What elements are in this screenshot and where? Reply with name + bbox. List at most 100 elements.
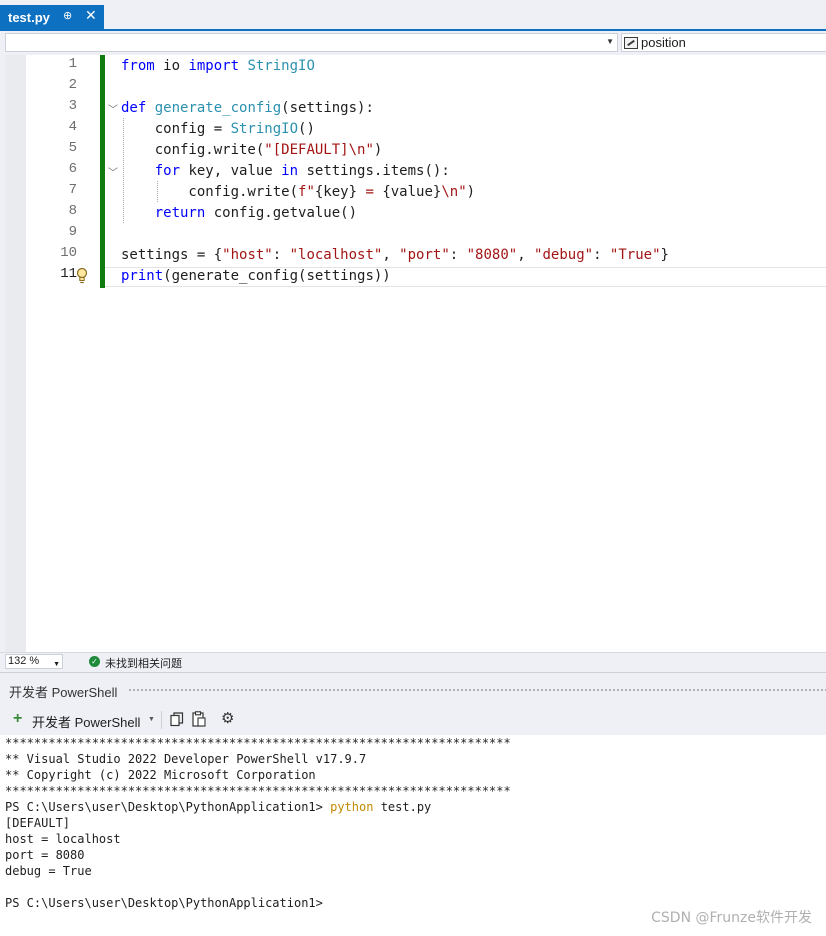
line-number: 6: [68, 161, 77, 177]
code-token: {key}: [314, 184, 358, 200]
terminal-line: debug = True: [5, 863, 92, 879]
terminal-text: ****************************************…: [5, 736, 511, 750]
code-token: =: [357, 184, 383, 200]
zoom-level: 132 %: [8, 655, 40, 667]
code-token: "[DEFAULT]\n": [264, 142, 374, 158]
code-token: :: [272, 247, 290, 263]
terminal-line: [DEFAULT]: [5, 815, 70, 831]
code-token: def: [121, 100, 147, 116]
types-dropdown[interactable]: ▼: [5, 33, 618, 52]
terminal-text: ** Visual Studio 2022 Developer PowerShe…: [5, 752, 367, 766]
panel-drag-handle[interactable]: [128, 688, 826, 693]
terminal-line: ****************************************…: [5, 783, 511, 799]
chevron-down-icon[interactable]: ▼: [148, 716, 155, 723]
fold-toggle-icon[interactable]: ﹀: [108, 164, 118, 179]
issues-status[interactable]: 未找到相关问题: [105, 655, 182, 671]
terminal-text: port = 8080: [5, 848, 85, 862]
terminal-text: ** Copyright (c) 2022 Microsoft Corporat…: [5, 768, 316, 782]
code-token: config =: [121, 121, 231, 137]
line-number: 4: [68, 119, 77, 135]
gear-icon[interactable]: ⚙: [221, 711, 234, 727]
code-line: settings = {"host": "localhost", "port":…: [121, 245, 669, 266]
toolbar-separator: [161, 711, 162, 729]
code-token: in: [281, 163, 299, 179]
terminal-line: PS C:\Users\user\Desktop\PythonApplicati…: [5, 799, 431, 815]
close-icon[interactable]: ✕: [85, 7, 97, 24]
code-token: import: [188, 58, 240, 74]
terminal-text: test.py: [373, 800, 432, 814]
change-tracking-bar: [100, 55, 105, 288]
terminal-text: PS C:\Users\user\Desktop\PythonApplicati…: [5, 800, 331, 814]
developer-powershell-panel: 开发者 PowerShell + 开发者 PowerShell ▼ ⚙ ****…: [0, 672, 826, 936]
code-line: config.write(f"{key} = {value}\n"): [121, 182, 475, 203]
terminal-line: host = localhost: [5, 831, 121, 847]
code-line: return config.getvalue(): [121, 203, 357, 224]
indicator-margin: [5, 55, 26, 652]
code-token: config.write(: [121, 142, 265, 158]
code-line: print(generate_config(settings)): [121, 266, 391, 287]
terminal-text: python: [330, 800, 374, 814]
terminal-text: PS C:\Users\user\Desktop\PythonApplicati…: [5, 896, 323, 910]
terminal-text: host = localhost: [5, 832, 121, 846]
code-line: config = StringIO(): [121, 119, 315, 140]
copy-icon[interactable]: [170, 712, 184, 727]
code-token: return: [154, 205, 206, 221]
line-number: 8: [68, 203, 77, 219]
terminal-line: PS C:\Users\user\Desktop\PythonApplicati…: [5, 895, 323, 911]
code-editor[interactable]: 1 2 3 4 5 6 7 8 9 10 11 ﹀ ﹀ from io import StringI…: [5, 55, 826, 652]
line-number: 11: [60, 266, 77, 282]
zoom-dropdown[interactable]: 132 % ▼: [5, 654, 63, 669]
field-icon: [624, 36, 638, 49]
document-tab-strip: test.py ⊕ ✕: [0, 0, 826, 31]
code-token: settings.items():: [298, 163, 450, 179]
line-number: 7: [68, 182, 77, 198]
code-token: "8080": [466, 247, 518, 263]
code-token: key, value: [180, 163, 282, 179]
chevron-down-icon: ▼: [53, 661, 60, 668]
terminal-line: port = 8080: [5, 847, 84, 863]
code-token: \n": [441, 184, 467, 200]
code-token: :: [449, 247, 467, 263]
chevron-down-icon: ▼: [606, 37, 614, 46]
code-token: f": [298, 184, 315, 200]
code-token: "localhost": [289, 247, 383, 263]
code-line: for key, value in settings.items():: [121, 161, 450, 182]
line-number: 9: [68, 224, 77, 240]
plus-icon[interactable]: +: [13, 711, 22, 727]
pin-icon[interactable]: ⊕: [63, 9, 72, 22]
fold-toggle-icon[interactable]: ﹀: [108, 101, 118, 116]
code-token: :: [593, 247, 610, 263]
watermark: CSDN @Frunze软件开发: [651, 910, 812, 926]
terminal-output[interactable]: ****************************************…: [0, 735, 826, 936]
paste-icon[interactable]: [192, 711, 206, 727]
code-token: "port": [399, 247, 450, 263]
code-token: StringIO: [230, 121, 299, 137]
terminal-toolbar: + 开发者 PowerShell ▼ ⚙: [0, 707, 826, 733]
code-token: ): [466, 184, 476, 200]
code-token: {value}: [382, 184, 442, 200]
code-token: StringIO: [247, 58, 315, 74]
editor-status-bar: 132 % ▼ ✓ 未找到相关问题: [0, 652, 826, 670]
line-number: 3: [68, 98, 77, 114]
code-token: "host": [222, 247, 273, 263]
new-terminal-button[interactable]: 开发者 PowerShell: [32, 712, 140, 731]
line-number: 2: [68, 77, 77, 93]
code-token: settings = {: [121, 247, 223, 263]
members-dropdown[interactable]: position: [621, 33, 826, 52]
terminal-line: ** Copyright (c) 2022 Microsoft Corporat…: [5, 767, 316, 783]
code-token: io: [154, 58, 189, 74]
code-token: print: [121, 268, 164, 284]
code-token: (settings):: [281, 100, 374, 116]
code-token: config.write(: [121, 184, 299, 200]
lightbulb-icon[interactable]: [76, 267, 88, 285]
code-line: config.write("[DEFAULT]\n"): [121, 140, 383, 161]
tab-test-py[interactable]: test.py ⊕ ✕: [0, 5, 104, 29]
code-token: }: [660, 247, 669, 263]
code-token: ,: [517, 247, 535, 263]
code-token: ): [373, 142, 383, 158]
terminal-line: ** Visual Studio 2022 Developer PowerShe…: [5, 751, 366, 767]
members-dropdown-label: position: [641, 35, 686, 50]
code-token: ,: [382, 247, 400, 263]
